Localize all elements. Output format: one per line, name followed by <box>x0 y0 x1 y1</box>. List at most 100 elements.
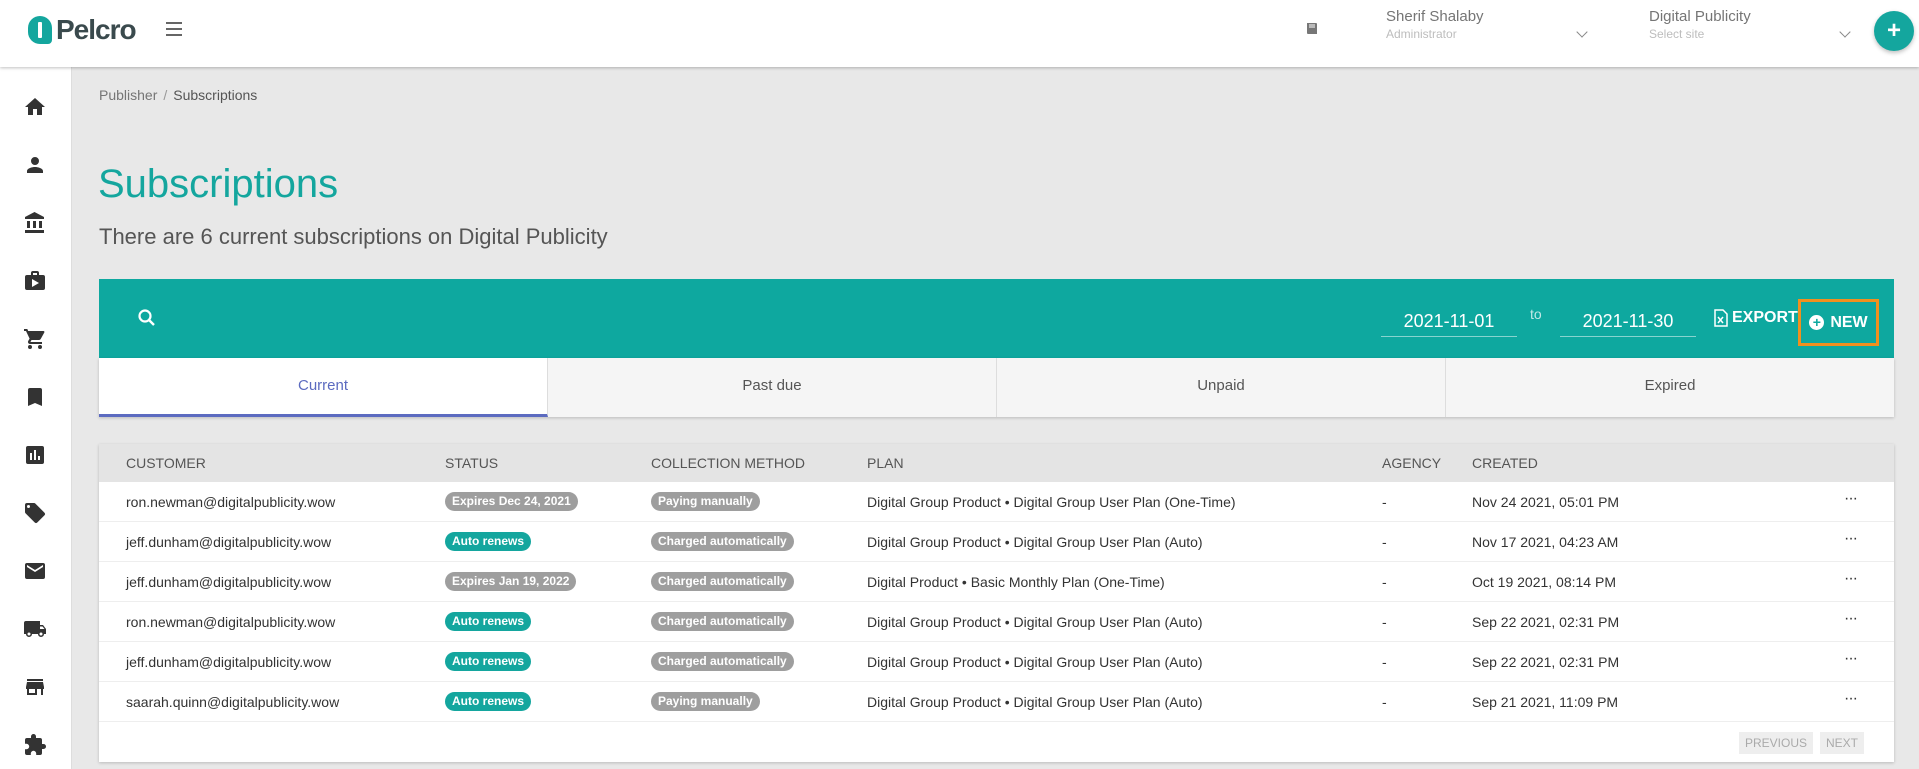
customer-email: ron.newman@digitalpublicity.wow <box>126 614 336 630</box>
breadcrumb-current: Subscriptions <box>173 87 258 103</box>
export-button[interactable]: EXPORT <box>1713 309 1798 327</box>
sidebar-item-products[interactable] <box>23 269 47 293</box>
add-fab-button[interactable]: + <box>1874 11 1914 51</box>
agency-value: - <box>1382 534 1387 550</box>
status-badge: Expires Dec 24, 2021 <box>445 492 578 511</box>
search-icon[interactable] <box>137 308 157 328</box>
column-header-collection-method[interactable]: COLLECTION METHOD <box>651 455 805 471</box>
plan-name: Digital Group Product • Digital Group Us… <box>867 494 1236 510</box>
logo[interactable]: Pelcro <box>28 14 137 46</box>
breadcrumb-separator: / <box>163 87 168 103</box>
row-more-icon[interactable]: ··· <box>1844 490 1858 508</box>
tab-expired[interactable]: Expired <box>1446 358 1894 417</box>
column-header-status[interactable]: STATUS <box>445 455 498 471</box>
row-more-icon[interactable]: ··· <box>1844 530 1858 548</box>
truck-icon <box>24 621 46 637</box>
plan-name: Digital Group Product • Digital Group Us… <box>867 654 1203 670</box>
tab-unpaid[interactable]: Unpaid <box>997 358 1446 417</box>
sidebar-item-reports[interactable] <box>23 443 47 467</box>
created-date: Sep 22 2021, 02:31 PM <box>1472 614 1620 630</box>
sidebar-item-orders[interactable] <box>23 327 47 351</box>
agency-value: - <box>1382 494 1387 510</box>
column-header-customer[interactable]: CUSTOMER <box>126 455 206 471</box>
column-header-plan[interactable]: PLAN <box>867 455 904 471</box>
logo-text: Pelcro <box>56 14 137 45</box>
table-row[interactable]: saarah.quinn@digitalpublicity.wow Auto re… <box>99 682 1894 722</box>
status-badge: Auto renews <box>445 692 532 711</box>
sidebar-item-mail[interactable] <box>23 559 47 583</box>
table-row[interactable]: jeff.dunham@digitalpublicity.wow Expires … <box>99 562 1894 602</box>
table-row[interactable]: jeff.dunham@digitalpublicity.wow Auto ren… <box>99 522 1894 562</box>
agency-value: - <box>1382 574 1387 590</box>
customer-email: saarah.quinn@digitalpublicity.wow <box>126 694 340 710</box>
sidebar-item-coupons[interactable] <box>23 501 47 525</box>
sidebar-item-bank[interactable] <box>23 211 47 235</box>
plan-name: Digital Group Product • Digital Group Us… <box>867 694 1203 710</box>
excel-file-icon <box>1714 309 1728 327</box>
row-more-icon[interactable]: ··· <box>1844 610 1858 628</box>
previous-page-button[interactable]: PREVIOUS <box>1739 732 1814 754</box>
site-name: Digital Publicity <box>1649 8 1751 25</box>
page-subtitle: There are 6 current subscriptions on Dig… <box>99 224 608 249</box>
sidebar <box>0 67 72 769</box>
mail-icon <box>25 563 45 579</box>
store-icon <box>26 679 44 695</box>
collection-method-badge: Charged automatically <box>651 612 794 631</box>
puzzle-icon <box>25 734 46 755</box>
briefcase-icon <box>25 271 45 290</box>
status-badge: Expires Jan 19, 2022 <box>445 572 577 591</box>
row-more-icon[interactable]: ··· <box>1844 690 1858 708</box>
sidebar-item-subscriptions[interactable] <box>23 385 47 409</box>
created-date: Sep 21 2021, 11:09 PM <box>1472 694 1619 710</box>
plan-name: Digital Product • Basic Monthly Plan (On… <box>867 574 1165 590</box>
date-from-input[interactable]: 2021-11-01 <box>1381 305 1517 337</box>
created-date: Sep 22 2021, 02:31 PM <box>1472 654 1620 670</box>
book-icon[interactable] <box>1305 22 1319 36</box>
breadcrumb: Publisher / Subscriptions <box>99 87 257 103</box>
plan-name: Digital Group Product • Digital Group Us… <box>867 534 1203 550</box>
row-more-icon[interactable]: ··· <box>1844 650 1858 668</box>
collection-method-badge: Charged automatically <box>651 652 794 671</box>
site-selector[interactable]: Digital Publicity Select site <box>1649 8 1851 41</box>
row-more-icon[interactable]: ··· <box>1844 570 1858 588</box>
column-header-agency[interactable]: AGENCY <box>1382 455 1441 471</box>
created-date: Oct 19 2021, 08:14 PM <box>1472 574 1616 590</box>
ticket-icon <box>25 503 45 523</box>
collection-method-badge: Charged automatically <box>651 572 794 591</box>
collection-method-badge: Charged automatically <box>651 532 794 551</box>
export-label: EXPORT <box>1732 309 1798 326</box>
user-role: Administrator <box>1386 27 1457 41</box>
sidebar-item-store[interactable] <box>23 675 47 699</box>
collection-method-badge: Paying manually <box>651 692 760 711</box>
collection-method-badge: Paying manually <box>651 492 760 511</box>
status-badge: Auto renews <box>445 652 532 671</box>
user-name: Sherif Shalaby <box>1386 8 1484 25</box>
subscriptions-table: CUSTOMER STATUS COLLECTION METHOD PLAN A… <box>99 444 1894 762</box>
plan-name: Digital Group Product • Digital Group Us… <box>867 614 1203 630</box>
sidebar-item-customers[interactable] <box>23 153 47 177</box>
pelcro-logo-icon <box>28 16 52 44</box>
date-to-input[interactable]: 2021-11-30 <box>1560 305 1696 337</box>
user-menu[interactable]: Sherif Shalaby Administrator <box>1386 8 1588 41</box>
status-badge: Auto renews <box>445 532 532 551</box>
top-bar: Pelcro Sherif Shalaby Administrator Digi… <box>0 0 1919 67</box>
bank-icon <box>25 212 44 233</box>
new-subscription-button[interactable]: + NEW <box>1798 299 1879 346</box>
hamburger-menu-icon[interactable] <box>166 22 182 36</box>
agency-value: - <box>1382 694 1387 710</box>
sidebar-item-home[interactable] <box>23 95 47 119</box>
column-header-created[interactable]: CREATED <box>1472 455 1538 471</box>
status-badge: Auto renews <box>445 612 532 631</box>
sidebar-item-integrations[interactable] <box>23 733 47 757</box>
table-row[interactable]: ron.newman@digitalpublicity.wow Auto rene… <box>99 602 1894 642</box>
table-row[interactable]: ron.newman@digitalpublicity.wow Expires D… <box>99 482 1894 522</box>
next-page-button[interactable]: NEXT <box>1820 732 1865 754</box>
sidebar-item-delivery[interactable] <box>23 617 47 641</box>
agency-value: - <box>1382 614 1387 630</box>
tab-past-due[interactable]: Past due <box>548 358 997 417</box>
breadcrumb-publisher[interactable]: Publisher <box>99 87 157 103</box>
subscriptions-toolbar: 2021-11-01 to 2021-11-30 EXPORT + NEW <box>99 279 1894 358</box>
bookmark-icon <box>28 388 42 406</box>
tab-current[interactable]: Current <box>99 358 548 417</box>
table-row[interactable]: jeff.dunham@digitalpublicity.wow Auto ren… <box>99 642 1894 682</box>
